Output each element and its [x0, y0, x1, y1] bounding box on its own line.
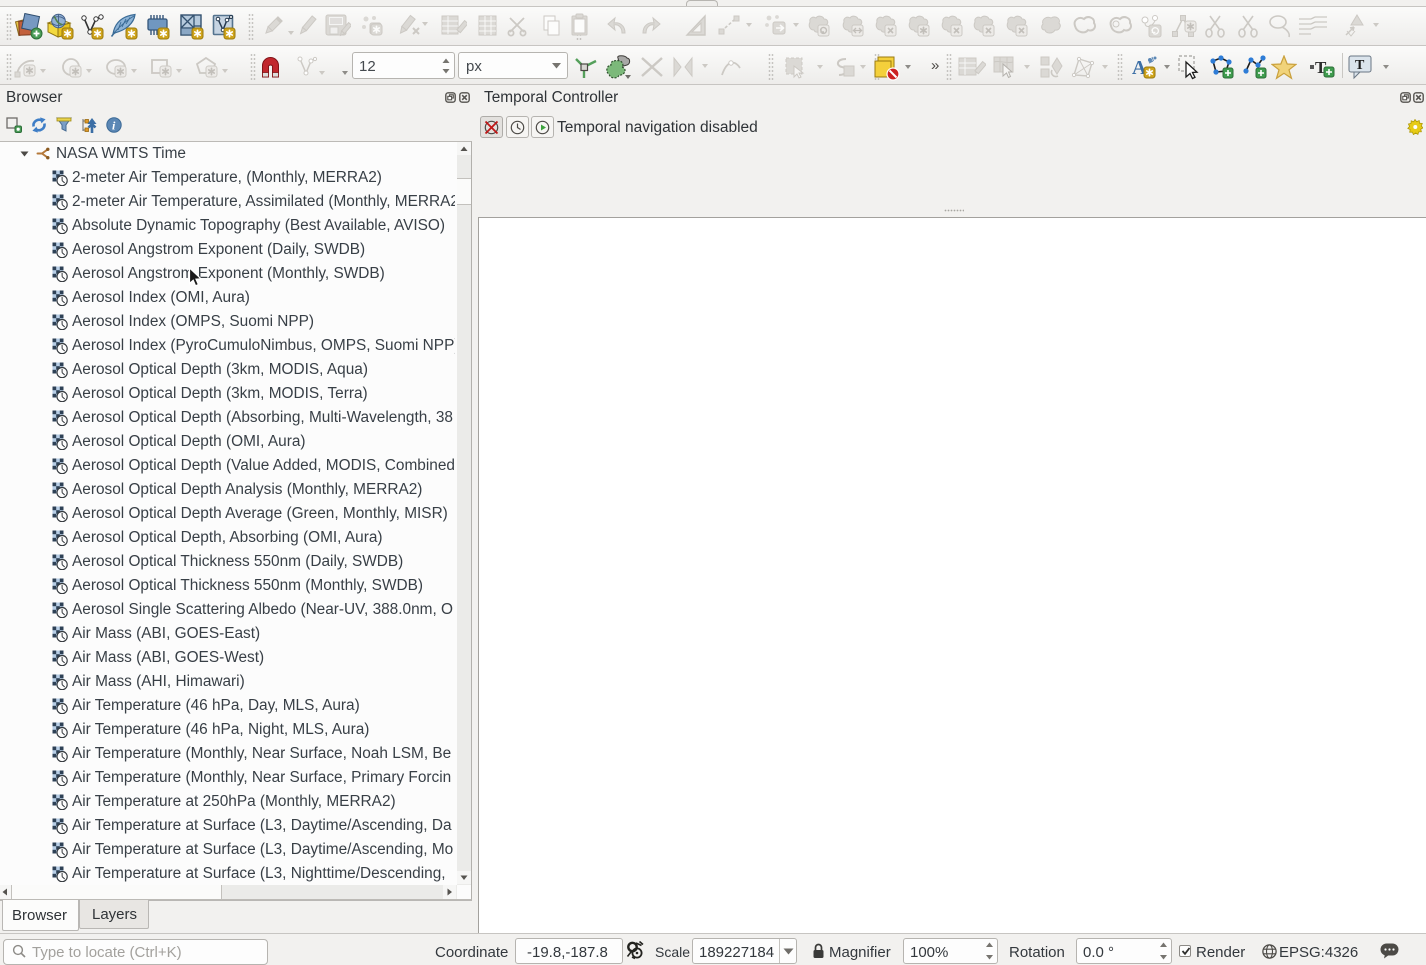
svg-text:T: T [1355, 58, 1365, 73]
